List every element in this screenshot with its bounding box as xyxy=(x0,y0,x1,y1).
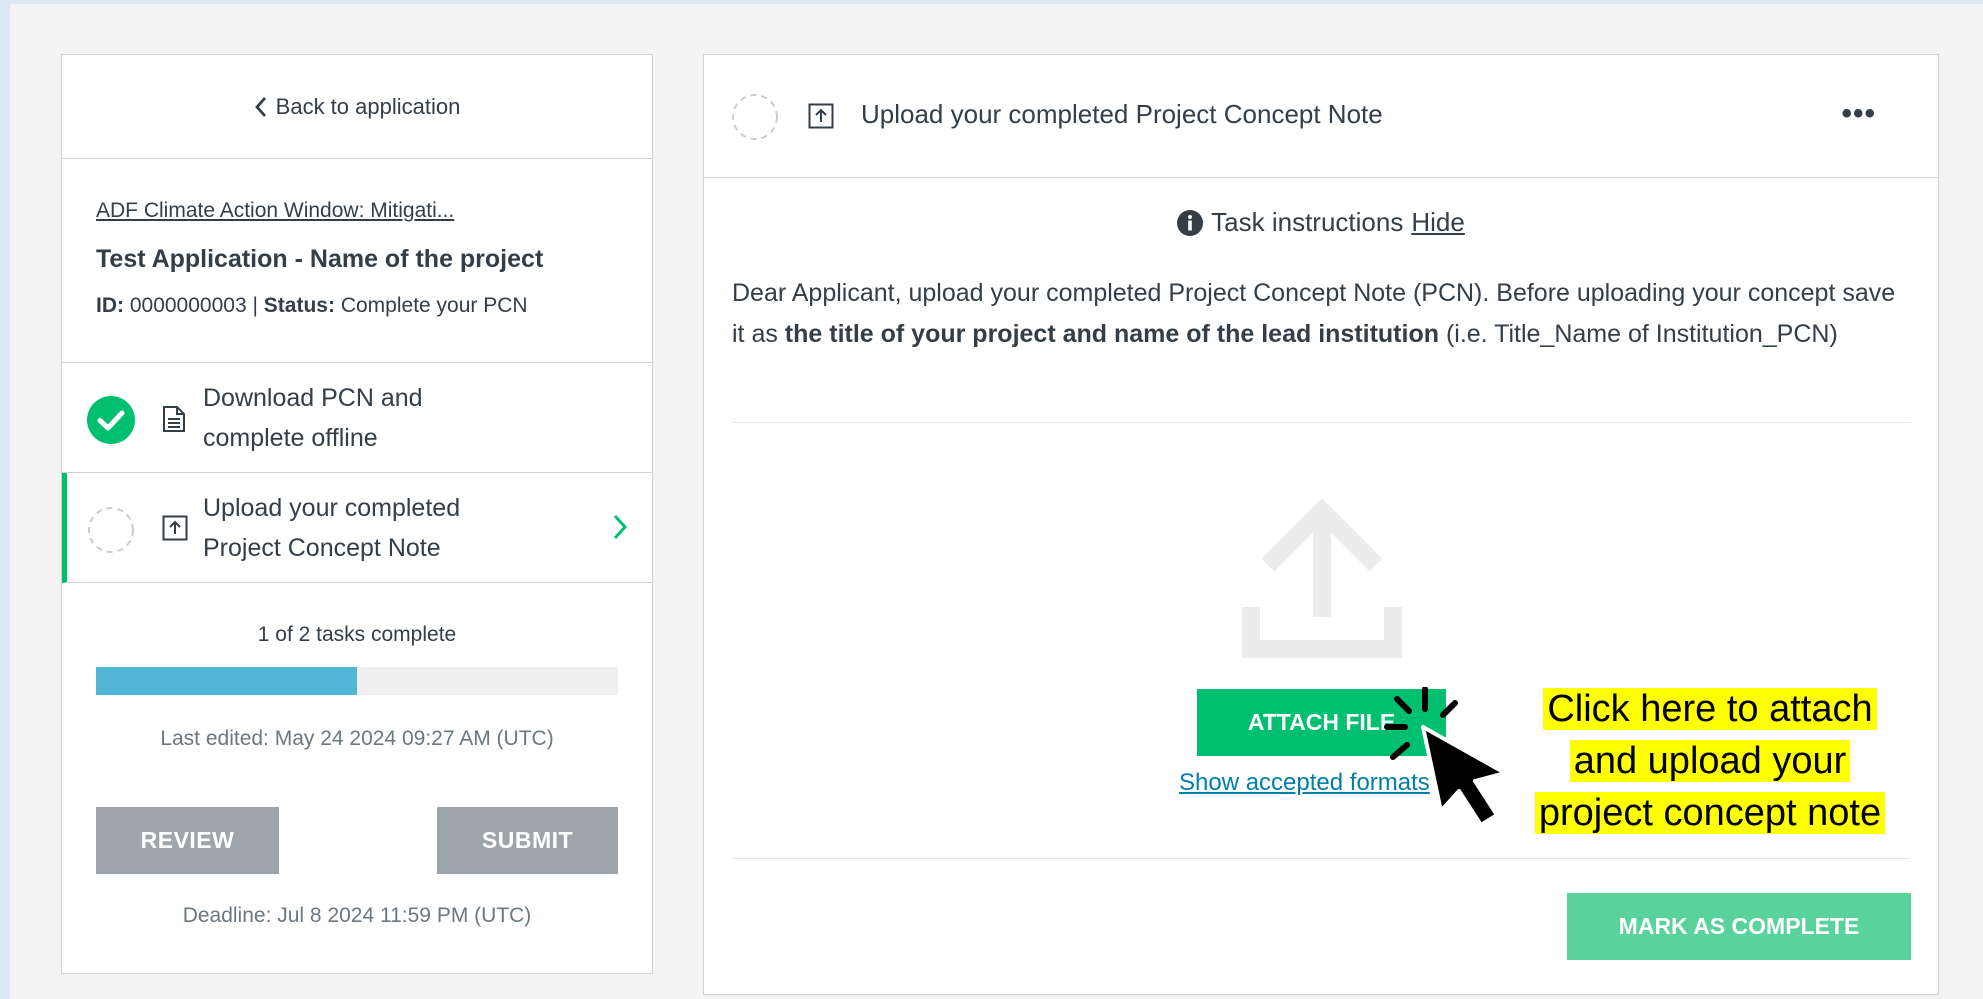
back-to-application-link[interactable]: Back to application xyxy=(62,55,652,159)
pending-circle-icon xyxy=(732,94,778,140)
chevron-left-icon xyxy=(254,96,266,117)
submit-button[interactable]: SUBMIT xyxy=(437,807,618,874)
callout-line-3: project concept note xyxy=(1534,792,1886,834)
task-item-upload-pcn[interactable]: Upload your completed Project Concept No… xyxy=(62,473,652,583)
deadline-text: Deadline: Jul 8 2024 11:59 PM (UTC) xyxy=(182,904,532,927)
task-header: Upload your completed Project Concept No… xyxy=(704,55,1938,178)
hide-instructions-link[interactable]: Hide xyxy=(1411,207,1464,238)
back-label: Back to application xyxy=(275,93,461,119)
status-label: Status: xyxy=(263,294,335,317)
instructions-body: Dear Applicant, upload your completed Pr… xyxy=(732,273,1912,355)
progress-bar-fill xyxy=(96,667,357,695)
application-info: ADF Climate Action Window: Mitigati... T… xyxy=(62,159,652,363)
task-title: Upload your completed Project Concept No… xyxy=(861,99,1383,129)
instructions-text-bold: the title of your project and name of th… xyxy=(784,320,1439,348)
review-button[interactable]: REVIEW xyxy=(96,807,279,874)
progress-section: 1 of 2 tasks complete Last edited: May 2… xyxy=(62,583,652,928)
id-label: ID: xyxy=(96,294,124,317)
task-item-download-pcn[interactable]: Download PCN and complete offline xyxy=(62,363,652,473)
action-buttons: REVIEW SUBMIT xyxy=(62,807,652,874)
callout-line-2: and upload your xyxy=(1569,740,1851,782)
application-title: Test Application - Name of the project xyxy=(96,245,544,273)
upload-box-icon xyxy=(162,515,188,541)
application-program-link[interactable]: ADF Climate Action Window: Mitigati... xyxy=(96,199,618,223)
meta-separator: | xyxy=(252,294,258,317)
pending-circle-icon xyxy=(88,507,134,553)
instructions-label: Task instructions xyxy=(1211,207,1404,237)
upload-box-icon xyxy=(808,103,834,129)
mark-as-complete-button[interactable]: MARK AS COMPLETE xyxy=(1567,893,1911,960)
task-detail-panel: Upload your completed Project Concept No… xyxy=(703,54,1939,995)
check-circle-icon xyxy=(87,396,135,444)
pointer-cursor-icon xyxy=(1384,687,1507,827)
document-icon xyxy=(163,406,185,432)
divider xyxy=(732,422,1910,423)
info-icon xyxy=(1177,209,1204,236)
progress-bar xyxy=(96,667,618,695)
status-value: Complete your PCN xyxy=(340,294,528,317)
callout-line-1: Click here to attach xyxy=(1543,688,1877,730)
id-value: 0000000003 xyxy=(129,294,247,317)
task-instructions-header: Task instructions Hide xyxy=(704,207,1938,238)
instruction-callout: Click here to attach and upload your pro… xyxy=(1515,683,1905,839)
progress-text: 1 of 2 tasks complete xyxy=(257,623,457,646)
page-background: Back to application ADF Climate Action W… xyxy=(10,4,1983,999)
task-label: Upload your completed Project Concept No… xyxy=(203,494,461,562)
divider xyxy=(732,858,1910,859)
upload-illustration-icon xyxy=(1242,499,1402,658)
application-meta: ID: 0000000003 | Status: Complete your P… xyxy=(96,294,618,318)
task-label: Download PCN and complete offline xyxy=(203,384,423,452)
last-edited-text: Last edited: May 24 2024 09:27 AM (UTC) xyxy=(160,727,554,750)
more-options-icon[interactable]: ••• xyxy=(1841,97,1876,131)
chevron-right-icon xyxy=(613,514,628,540)
instructions-text-2: (i.e. Title_Name of Institution_PCN) xyxy=(1439,320,1838,348)
task-sidebar: Back to application ADF Climate Action W… xyxy=(61,54,653,974)
